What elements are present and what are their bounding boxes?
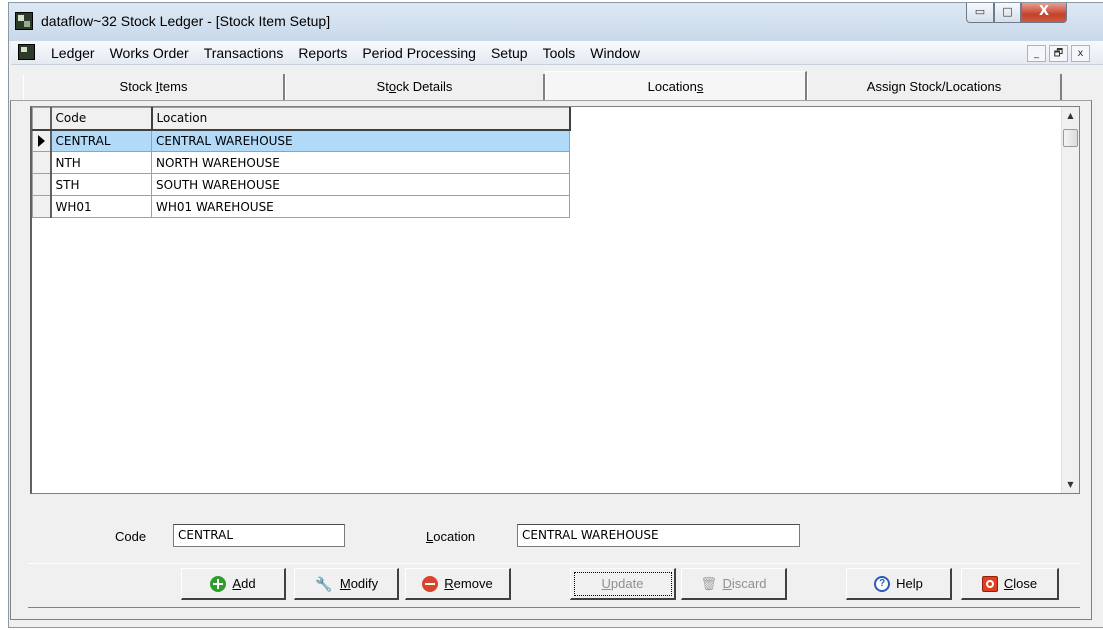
wrench-icon: 🔧 — [315, 575, 333, 592]
vertical-scrollbar[interactable]: ▲ ▼ — [1061, 107, 1079, 493]
mdi-restore-button[interactable]: 🗗 — [1049, 45, 1068, 62]
close-button[interactable]: Close — [961, 568, 1059, 600]
location-field[interactable]: CENTRAL WAREHOUSE — [517, 524, 800, 547]
cell-code[interactable]: NTH — [50, 151, 152, 174]
code-label: Code — [115, 529, 147, 544]
cell-location[interactable]: WH01 WAREHOUSE — [151, 195, 570, 218]
remove-button[interactable]: Remove — [405, 568, 511, 600]
cell-code[interactable]: STH — [50, 173, 152, 196]
window-title: dataflow~32 Stock Ledger - [Stock Item S… — [41, 13, 331, 29]
grid-header-row: Code Location — [32, 107, 571, 131]
trash-icon: 🗑 — [700, 575, 717, 591]
add-button[interactable]: Add — [181, 568, 286, 600]
locations-grid[interactable]: Code Location CENTRAL CENTRAL WAREHOUSE … — [30, 106, 1080, 494]
mdi-close-button[interactable]: x — [1071, 45, 1090, 62]
remove-icon — [422, 575, 439, 592]
close-icon — [981, 575, 998, 592]
column-header-code[interactable]: Code — [50, 107, 153, 131]
current-row-arrow-icon — [38, 135, 45, 148]
menu-ledger[interactable]: Ledger — [51, 45, 95, 61]
cell-code[interactable]: CENTRAL — [50, 129, 152, 152]
menu-period-processing[interactable]: Period Processing — [362, 45, 476, 61]
help-icon: ? — [874, 575, 891, 592]
menu-setup[interactable]: Setup — [491, 45, 528, 61]
table-row[interactable]: NTH NORTH WAREHOUSE — [32, 151, 570, 174]
scroll-up-icon[interactable]: ▲ — [1062, 107, 1079, 124]
scroll-thumb[interactable] — [1063, 129, 1078, 147]
code-field[interactable]: CENTRAL — [173, 524, 345, 547]
row-indicator-header — [32, 107, 52, 131]
tab-assign-stock-locations[interactable]: Assign Stock/Locations — [807, 74, 1062, 100]
table-row[interactable]: WH01 WH01 WAREHOUSE — [32, 195, 570, 218]
cell-location[interactable]: SOUTH WAREHOUSE — [151, 173, 570, 196]
table-row[interactable]: STH SOUTH WAREHOUSE — [32, 173, 570, 196]
minimize-button[interactable]: ▭ — [966, 3, 994, 23]
menu-window[interactable]: Window — [590, 45, 640, 61]
cell-location[interactable]: CENTRAL WAREHOUSE — [151, 129, 570, 152]
document-icon[interactable] — [18, 44, 35, 60]
column-header-location[interactable]: Location — [151, 107, 571, 131]
help-button[interactable]: ? Help — [846, 568, 952, 600]
cell-location[interactable]: NORTH WAREHOUSE — [151, 151, 570, 174]
tab-stock-items[interactable]: Stock Items — [23, 74, 285, 100]
scroll-down-icon[interactable]: ▼ — [1062, 476, 1079, 493]
discard-button[interactable]: 🗑 Discard — [681, 568, 787, 600]
menu-bar: Ledger Works Order Transactions Reports … — [11, 41, 1103, 65]
maximize-button[interactable]: □ — [994, 3, 1021, 23]
table-row[interactable]: CENTRAL CENTRAL WAREHOUSE — [32, 129, 570, 152]
close-window-button[interactable]: X — [1021, 3, 1067, 23]
menu-works-order[interactable]: Works Order — [110, 45, 189, 61]
row-indicator — [32, 173, 52, 196]
add-icon — [210, 575, 227, 592]
row-indicator — [32, 129, 52, 152]
locations-table: Code Location CENTRAL CENTRAL WAREHOUSE … — [32, 107, 571, 218]
modify-button[interactable]: 🔧 Modify — [294, 568, 399, 600]
menu-tools[interactable]: Tools — [543, 45, 576, 61]
app-icon[interactable] — [15, 12, 33, 30]
title-bar[interactable]: dataflow~32 Stock Ledger - [Stock Item S… — [9, 3, 1103, 41]
tab-locations[interactable]: Locations — [545, 71, 807, 100]
cell-code[interactable]: WH01 — [50, 195, 152, 218]
menu-transactions[interactable]: Transactions — [204, 45, 284, 61]
row-indicator — [32, 151, 52, 174]
update-button[interactable]: Update — [570, 568, 676, 600]
tab-strip: Stock Items Stock Details Locations Assi… — [23, 71, 1078, 100]
mdi-minimize-button[interactable]: _ — [1027, 45, 1046, 62]
menu-reports[interactable]: Reports — [298, 45, 347, 61]
location-label: Location — [426, 529, 476, 544]
tab-stock-details[interactable]: Stock Details — [285, 74, 545, 100]
row-indicator — [32, 195, 52, 218]
